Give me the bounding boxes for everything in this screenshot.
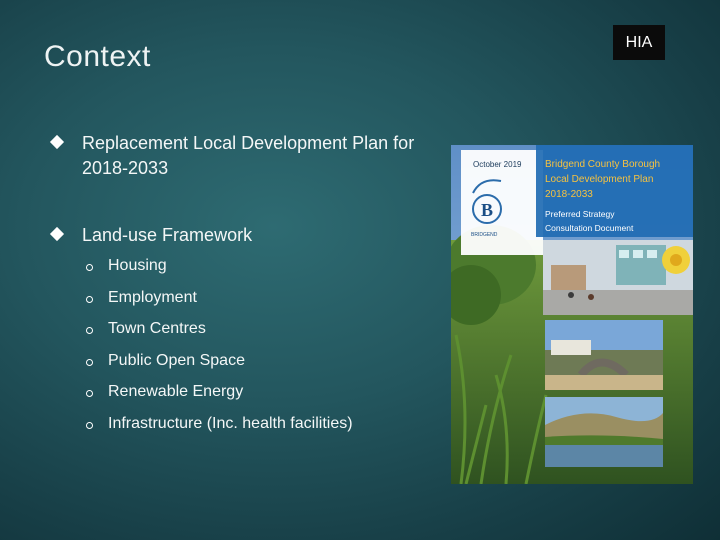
sub-bullet-text: Renewable Energy <box>108 383 244 400</box>
cover-subheading-line1: Preferred Strategy <box>545 209 615 219</box>
circle-bullet-icon <box>86 263 93 271</box>
diamond-bullet-icon <box>49 134 65 150</box>
hia-badge: HIA <box>613 25 665 60</box>
diamond-bullet-icon <box>49 226 65 242</box>
circle-bullet-icon <box>86 389 93 397</box>
bullet-text: Land-use Framework <box>82 225 253 245</box>
ldp-document-cover-image: October 2019 Bridgend County Borough Loc… <box>451 145 693 484</box>
cover-subheading-line2: Consultation Document <box>545 223 634 233</box>
sub-bullet-item: Town Centres <box>86 320 206 338</box>
bullet-text: Replacement Local Development Plan for 2… <box>82 133 415 178</box>
circle-bullet-icon <box>86 358 93 366</box>
cover-heading-line1: Bridgend County Borough <box>545 159 660 170</box>
circle-bullet-icon <box>86 421 93 429</box>
slide-title: Context <box>44 40 151 73</box>
sub-bullet-item: Housing <box>86 257 167 275</box>
circle-bullet-icon <box>86 295 93 303</box>
sub-bullet-item: Infrastructure (Inc. health facilities) <box>86 415 353 433</box>
circle-bullet-icon <box>86 326 93 334</box>
sub-bullet-text: Town Centres <box>108 320 206 337</box>
sub-bullet-item: Public Open Space <box>86 352 245 370</box>
daffodil-icon <box>662 246 690 274</box>
sub-bullet-text: Public Open Space <box>108 352 245 369</box>
sub-bullet-item: Employment <box>86 289 197 307</box>
cover-logo-text: BRIDGEND <box>471 232 498 238</box>
sub-bullet-text: Infrastructure (Inc. health facilities) <box>108 415 353 432</box>
sub-bullet-text: Housing <box>108 257 167 274</box>
cover-heading-line2: Local Development Plan <box>545 174 653 185</box>
cover-date: October 2019 <box>473 160 522 169</box>
svg-text:B: B <box>481 200 493 220</box>
bullet-item: Land-use Framework <box>49 223 253 248</box>
sub-bullet-text: Employment <box>108 289 197 306</box>
bridge-photo <box>545 320 663 390</box>
bullet-item: Replacement Local Development Plan for 2… <box>49 131 462 181</box>
reservoir-photo <box>545 397 663 467</box>
sub-bullet-item: Renewable Energy <box>86 383 243 401</box>
cover-heading-line3: 2018-2033 <box>545 189 593 200</box>
